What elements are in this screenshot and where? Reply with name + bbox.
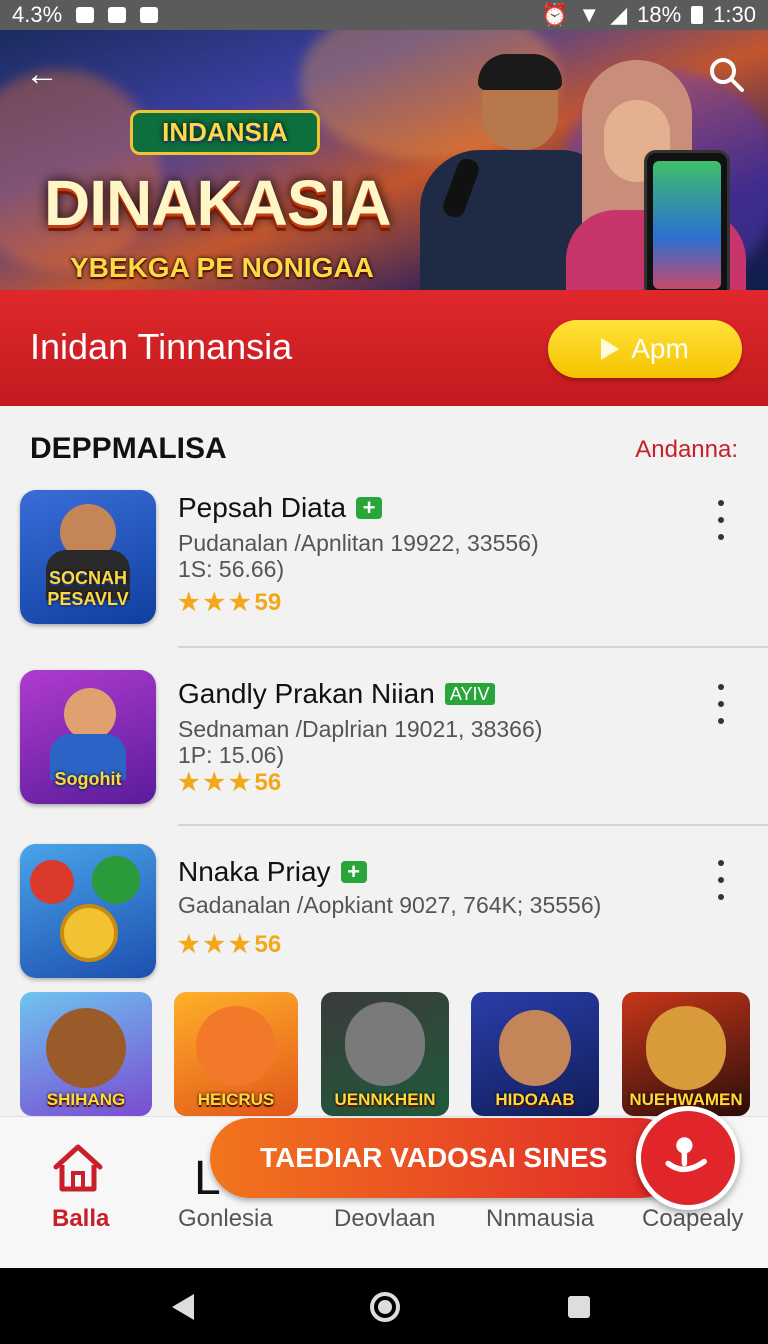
app-thumbnail[interactable]: Sogohit	[20, 670, 156, 804]
game-tile[interactable]: SHIHANG	[20, 992, 152, 1116]
list-item[interactable]: Sogohit Gandly Prakan Niian AYIV Sednama…	[0, 670, 768, 810]
game-tile-row: SHIHANG HEICRUS UENNKHEIN HIDOAAB NUEHWA…	[0, 992, 768, 1116]
app-meta: Pudanalan /Apnlitan 19922, 33556)	[178, 530, 539, 556]
app-title: Gandly Prakan Niian	[178, 678, 435, 709]
star-icon: ★	[229, 931, 251, 958]
thumbnail-label: SOCNAH PESAVLV	[47, 568, 129, 609]
thumbnail-label: Sogohit	[54, 769, 122, 789]
status-left-text: 4.3%	[12, 2, 63, 27]
rating-value: 59	[254, 588, 282, 616]
app-button-label: Apm	[631, 333, 689, 364]
voice-assistant-icon[interactable]	[636, 1106, 740, 1210]
clock: 1:30	[713, 2, 756, 27]
status-bar: 4.3% ⏰ ▼ ◢ 18% 1:30	[0, 0, 768, 30]
promo-button[interactable]: TAEDIAR VADOSAI SINES	[210, 1118, 680, 1198]
back-arrow-icon[interactable]: ←	[22, 54, 62, 94]
star-icon: ★	[178, 769, 200, 796]
nav-item-deovlaan[interactable]: Deovlaan	[334, 1205, 435, 1233]
app-badge: AYIV	[444, 683, 495, 705]
app-title: Pepsah Diata	[178, 492, 347, 523]
app-rating: ★ ★ ★ 56	[178, 930, 281, 959]
app-title-row: Gandly Prakan Niian AYIV	[178, 678, 495, 710]
nav-item-nnmausia[interactable]: Nnmausia	[486, 1205, 594, 1233]
game-tile[interactable]: UENNKHEIN	[321, 992, 449, 1116]
tile-label: HIDOAAB	[495, 1090, 575, 1109]
rating-value: 56	[254, 768, 282, 796]
list-item[interactable]: SOCNAH PESAVLV Pepsah Diata + Pudanalan …	[0, 490, 768, 640]
section-see-all-link[interactable]: Andanna:	[635, 436, 738, 464]
battery-icon	[691, 6, 704, 24]
game-tile[interactable]: HIDOAAB	[471, 992, 599, 1116]
app-rating: ★ ★ ★ 59	[178, 588, 281, 617]
divider	[178, 646, 768, 648]
system-home-icon[interactable]	[370, 1292, 400, 1322]
notification-icon	[108, 7, 127, 23]
app-title-row: Nnaka Priay +	[178, 856, 367, 888]
star-icon: ★	[203, 589, 226, 616]
list-item[interactable]: Nnaka Priay + Gadanalan /Aopkiant 9027, …	[0, 844, 768, 978]
banner-bar: Inidan Tinnansia Apm	[0, 290, 768, 406]
star-icon: ★	[229, 589, 251, 616]
tile-label: SHIHANG	[46, 1090, 126, 1109]
hero-phone-image	[644, 150, 730, 290]
nav-item-gonlesia[interactable]: Gonlesia	[178, 1205, 273, 1233]
app-meta-secondary: 1P: 15.06)	[178, 742, 285, 768]
hero-tagline: YBEKGA PE NONIGAA	[70, 252, 374, 283]
more-options-icon[interactable]	[710, 860, 732, 900]
app-rating: ★ ★ ★ 56	[178, 768, 281, 797]
app-title: Nnaka Priay	[178, 856, 331, 887]
game-tile[interactable]: NUEHWAMEN	[622, 992, 750, 1116]
alarm-icon: ⏰	[541, 2, 569, 27]
game-tile[interactable]: HEICRUS	[174, 992, 298, 1116]
tile-label: HEICRUS	[197, 1090, 275, 1109]
star-icon: ★	[178, 931, 200, 958]
star-icon: ★	[229, 769, 251, 796]
system-back-icon[interactable]	[172, 1294, 194, 1320]
star-icon: ★	[203, 769, 226, 796]
lock-notification-icon	[140, 7, 159, 23]
promo-label: TAEDIAR VADOSAI SINES	[260, 1142, 608, 1173]
hero-banner[interactable]: ← INDANSIA DINAKASIA YBEKGA PE NONIGAA	[0, 30, 768, 290]
app-thumbnail[interactable]	[20, 844, 156, 978]
star-icon: ★	[203, 931, 226, 958]
app-meta-secondary: 1S: 56.66)	[178, 556, 285, 582]
home-icon[interactable]	[52, 1143, 104, 1193]
wifi-icon: ▼	[578, 2, 601, 27]
app-button[interactable]: Apm	[548, 320, 742, 378]
nav-item-home[interactable]: Balla	[52, 1205, 109, 1233]
app-meta: Gadanalan /Aopkiant 9027, 764K; 35556)	[178, 892, 602, 918]
system-recents-icon[interactable]	[568, 1296, 590, 1318]
plus-badge-icon: +	[356, 497, 383, 519]
plus-badge-icon: +	[340, 861, 367, 883]
more-options-icon[interactable]	[710, 684, 732, 724]
battery-level: 18%	[637, 2, 682, 27]
app-meta: Sednaman /Daplrian 19021, 38366)	[178, 716, 543, 742]
banner-title: Inidan Tinnansia	[30, 326, 293, 367]
app-thumbnail[interactable]: SOCNAH PESAVLV	[20, 490, 156, 624]
hero-logo-title: DINAKASIA	[44, 167, 392, 239]
section-heading: DEPPMALISA	[30, 432, 227, 465]
rating-value: 56	[254, 930, 282, 958]
star-icon: ★	[178, 589, 200, 616]
hero-logo-small: INDANSIA	[130, 110, 320, 155]
more-options-icon[interactable]	[710, 500, 732, 540]
signal-icon: ◢	[610, 2, 628, 27]
system-nav-bar	[0, 1268, 768, 1344]
app-title-row: Pepsah Diata +	[178, 492, 383, 524]
play-icon	[601, 338, 620, 360]
tile-label: UENNKHEIN	[334, 1090, 436, 1109]
divider	[178, 824, 768, 826]
notification-icon	[76, 7, 95, 23]
